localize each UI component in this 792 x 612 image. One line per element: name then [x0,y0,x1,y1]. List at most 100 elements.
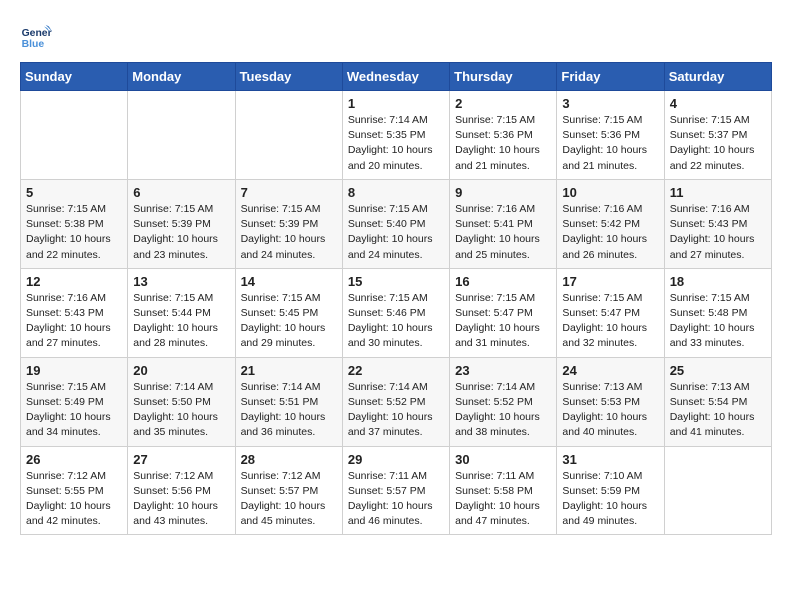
cell-content: Sunrise: 7:15 AMSunset: 5:39 PMDaylight:… [241,202,337,263]
cell-content: Sunrise: 7:12 AMSunset: 5:57 PMDaylight:… [241,469,337,530]
day-number: 17 [562,274,658,289]
day-number: 25 [670,363,766,378]
calendar-cell: 28 Sunrise: 7:12 AMSunset: 5:57 PMDayligh… [235,446,342,535]
calendar-cell [128,91,235,180]
day-number: 9 [455,185,551,200]
calendar-cell: 23Sunrise: 7:14 AMSunset: 5:52 PMDayligh… [450,357,557,446]
weekday-header-sunday: Sunday [21,63,128,91]
day-number: 24 [562,363,658,378]
cell-content: Sunrise: 7:15 AMSunset: 5:38 PMDaylight:… [26,202,122,263]
day-number: 8 [348,185,444,200]
calendar-cell: 18 Sunrise: 7:15 AMSunset: 5:48 PMDayligh… [664,268,771,357]
calendar-cell: 7 Sunrise: 7:15 AMSunset: 5:39 PMDaylight… [235,179,342,268]
cell-content: Sunrise: 7:16 AMSunset: 5:41 PMDaylight:… [455,202,551,263]
cell-content: Sunrise: 7:15 AMSunset: 5:37 PMDaylight:… [670,113,766,174]
week-row-4: 19 Sunrise: 7:15 AMSunset: 5:49 PMDayligh… [21,357,772,446]
cell-content: Sunrise: 7:15 AMSunset: 5:40 PMDaylight:… [348,202,444,263]
calendar-cell: 22 Sunrise: 7:14 AMSunset: 5:52 PMDayligh… [342,357,449,446]
weekday-header-thursday: Thursday [450,63,557,91]
day-number: 5 [26,185,122,200]
calendar-cell: 15 Sunrise: 7:15 AMSunset: 5:46 PMDayligh… [342,268,449,357]
calendar-cell: 25 Sunrise: 7:13 AMSunset: 5:54 PMDayligh… [664,357,771,446]
calendar-cell: 9 Sunrise: 7:16 AMSunset: 5:41 PMDaylight… [450,179,557,268]
calendar-cell: 24 Sunrise: 7:13 AMSunset: 5:53 PMDayligh… [557,357,664,446]
calendar-cell [21,91,128,180]
day-number: 1 [348,96,444,111]
cell-content: Sunrise: 7:11 AMSunset: 5:57 PMDaylight:… [348,469,444,530]
cell-content: Sunrise: 7:16 AMSunset: 5:43 PMDaylight:… [670,202,766,263]
logo: General Blue [20,20,56,52]
cell-content: Sunrise: 7:15 AMSunset: 5:46 PMDaylight:… [348,291,444,352]
week-row-5: 26Sunrise: 7:12 AMSunset: 5:55 PMDayligh… [21,446,772,535]
cell-content: Sunrise: 7:15 AMSunset: 5:45 PMDaylight:… [241,291,337,352]
weekday-header-row: SundayMondayTuesdayWednesdayThursdayFrid… [21,63,772,91]
day-number: 23 [455,363,551,378]
cell-content: Sunrise: 7:13 AMSunset: 5:53 PMDaylight:… [562,380,658,441]
day-number: 18 [670,274,766,289]
calendar-cell: 30 Sunrise: 7:11 AMSunset: 5:58 PMDayligh… [450,446,557,535]
svg-text:Blue: Blue [22,39,45,50]
calendar-cell: 26Sunrise: 7:12 AMSunset: 5:55 PMDayligh… [21,446,128,535]
day-number: 27 [133,452,229,467]
calendar-cell: 19 Sunrise: 7:15 AMSunset: 5:49 PMDayligh… [21,357,128,446]
calendar-cell: 12 Sunrise: 7:16 AMSunset: 5:43 PMDayligh… [21,268,128,357]
calendar-cell: 29 Sunrise: 7:11 AMSunset: 5:57 PMDayligh… [342,446,449,535]
cell-content: Sunrise: 7:11 AMSunset: 5:58 PMDaylight:… [455,469,551,530]
cell-content: Sunrise: 7:14 AMSunset: 5:35 PMDaylight:… [348,113,444,174]
day-number: 30 [455,452,551,467]
calendar-table: SundayMondayTuesdayWednesdayThursdayFrid… [20,62,772,535]
cell-content: Sunrise: 7:14 AMSunset: 5:50 PMDaylight:… [133,380,229,441]
cell-content: Sunrise: 7:15 AMSunset: 5:47 PMDaylight:… [455,291,551,352]
weekday-header-friday: Friday [557,63,664,91]
week-row-3: 12 Sunrise: 7:16 AMSunset: 5:43 PMDayligh… [21,268,772,357]
cell-content: Sunrise: 7:15 AMSunset: 5:36 PMDaylight:… [455,113,551,174]
cell-content: Sunrise: 7:14 AMSunset: 5:51 PMDaylight:… [241,380,337,441]
cell-content: Sunrise: 7:12 AMSunset: 5:55 PMDaylight:… [26,469,122,530]
day-number: 28 [241,452,337,467]
cell-content: Sunrise: 7:10 AMSunset: 5:59 PMDaylight:… [562,469,658,530]
weekday-header-monday: Monday [128,63,235,91]
day-number: 29 [348,452,444,467]
week-row-2: 5 Sunrise: 7:15 AMSunset: 5:38 PMDaylight… [21,179,772,268]
calendar-cell: 4 Sunrise: 7:15 AMSunset: 5:37 PMDaylight… [664,91,771,180]
day-number: 11 [670,185,766,200]
week-row-1: 1 Sunrise: 7:14 AMSunset: 5:35 PMDaylight… [21,91,772,180]
cell-content: Sunrise: 7:15 AMSunset: 5:48 PMDaylight:… [670,291,766,352]
calendar-cell: 10Sunrise: 7:16 AMSunset: 5:42 PMDayligh… [557,179,664,268]
weekday-header-tuesday: Tuesday [235,63,342,91]
calendar-cell: 27 Sunrise: 7:12 AMSunset: 5:56 PMDayligh… [128,446,235,535]
cell-content: Sunrise: 7:15 AMSunset: 5:39 PMDaylight:… [133,202,229,263]
calendar-cell [664,446,771,535]
day-number: 22 [348,363,444,378]
calendar-cell: 20Sunrise: 7:14 AMSunset: 5:50 PMDayligh… [128,357,235,446]
calendar-cell: 1 Sunrise: 7:14 AMSunset: 5:35 PMDaylight… [342,91,449,180]
cell-content: Sunrise: 7:13 AMSunset: 5:54 PMDaylight:… [670,380,766,441]
cell-content: Sunrise: 7:16 AMSunset: 5:42 PMDaylight:… [562,202,658,263]
day-number: 7 [241,185,337,200]
calendar-cell [235,91,342,180]
weekday-header-saturday: Saturday [664,63,771,91]
cell-content: Sunrise: 7:12 AMSunset: 5:56 PMDaylight:… [133,469,229,530]
day-number: 4 [670,96,766,111]
calendar-cell: 2 Sunrise: 7:15 AMSunset: 5:36 PMDaylight… [450,91,557,180]
day-number: 12 [26,274,122,289]
day-number: 13 [133,274,229,289]
calendar-cell: 21Sunrise: 7:14 AMSunset: 5:51 PMDayligh… [235,357,342,446]
calendar-cell: 16Sunrise: 7:15 AMSunset: 5:47 PMDayligh… [450,268,557,357]
day-number: 6 [133,185,229,200]
weekday-header-wednesday: Wednesday [342,63,449,91]
calendar-cell: 5 Sunrise: 7:15 AMSunset: 5:38 PMDaylight… [21,179,128,268]
cell-content: Sunrise: 7:16 AMSunset: 5:43 PMDaylight:… [26,291,122,352]
calendar-cell: 6 Sunrise: 7:15 AMSunset: 5:39 PMDaylight… [128,179,235,268]
calendar-cell: 14Sunrise: 7:15 AMSunset: 5:45 PMDayligh… [235,268,342,357]
calendar-cell: 8 Sunrise: 7:15 AMSunset: 5:40 PMDaylight… [342,179,449,268]
day-number: 15 [348,274,444,289]
logo-icon: General Blue [20,20,52,52]
day-number: 3 [562,96,658,111]
cell-content: Sunrise: 7:15 AMSunset: 5:49 PMDaylight:… [26,380,122,441]
day-number: 2 [455,96,551,111]
cell-content: Sunrise: 7:15 AMSunset: 5:44 PMDaylight:… [133,291,229,352]
cell-content: Sunrise: 7:15 AMSunset: 5:47 PMDaylight:… [562,291,658,352]
day-number: 19 [26,363,122,378]
cell-content: Sunrise: 7:14 AMSunset: 5:52 PMDaylight:… [348,380,444,441]
